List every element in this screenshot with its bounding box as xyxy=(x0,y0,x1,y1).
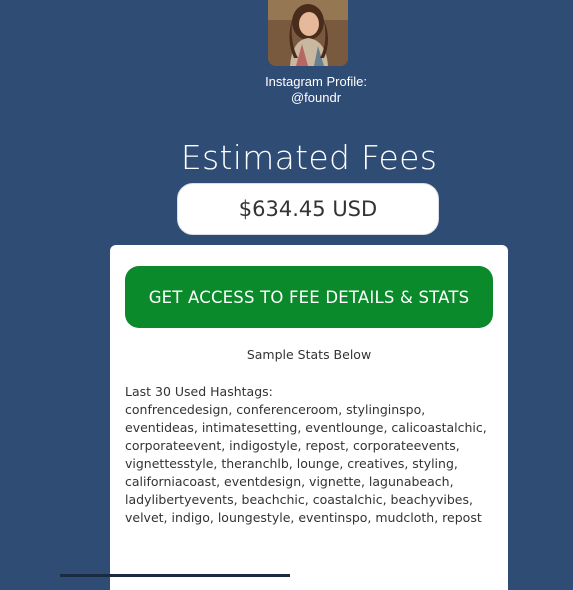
get-access-button-label: GET ACCESS TO FEE DETAILS & STATS xyxy=(148,287,470,307)
hashtag-line: velvet, indigo, loungestyle, eventinspo,… xyxy=(125,510,482,525)
profile-photo-image xyxy=(268,0,348,66)
hashtags-section: Last 30 Used Hashtags: confrencedesign, … xyxy=(125,383,497,527)
stats-card: GET ACCESS TO FEE DETAILS & STATS Sample… xyxy=(110,245,508,590)
hashtag-line: californiacoast, eventdesign, vignette, … xyxy=(125,474,454,489)
fee-amount: $634.45 USD xyxy=(238,197,378,221)
hashtags-heading: Last 30 Used Hashtags: xyxy=(125,384,273,399)
get-access-button[interactable]: GET ACCESS TO FEE DETAILS & STATS xyxy=(125,266,493,328)
estimated-fees-title: Estimated Fees xyxy=(180,138,438,177)
hashtag-line: vignettesstyle, theranchlb, lounge, crea… xyxy=(125,456,458,471)
profile-caption: Instagram Profile: @foundr xyxy=(200,74,432,106)
hashtag-line: eventideas, intimatesetting, eventlounge… xyxy=(125,420,487,435)
profile-caption-label: Instagram Profile: xyxy=(265,74,367,89)
fee-amount-box: $634.45 USD xyxy=(177,183,439,235)
profile-handle: @foundr xyxy=(290,90,342,105)
hashtag-line: ladylibertyevents, beachchic, coastalchi… xyxy=(125,492,473,507)
sample-stats-label: Sample Stats Below xyxy=(246,347,372,362)
hashtag-line: confrencedesign, conferenceroom, styling… xyxy=(125,402,426,417)
hashtag-line: corporateevent, indigostyle, repost, cor… xyxy=(125,438,460,453)
profile-avatar xyxy=(268,0,348,66)
